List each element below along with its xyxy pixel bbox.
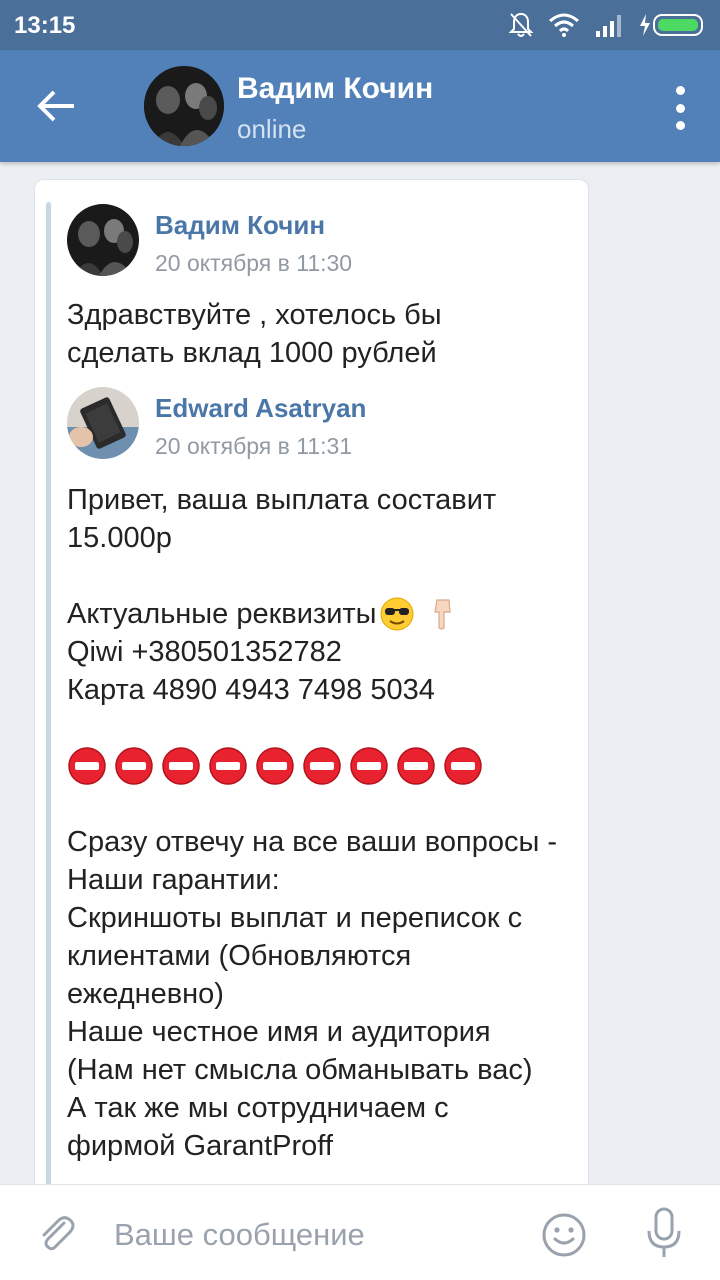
status-icons <box>508 10 708 40</box>
text-line: Сразу отвечу на все ваши вопросы - Наши … <box>67 826 558 896</box>
no-entry-emoji <box>68 747 106 785</box>
no-entry-emoji <box>115 747 153 785</box>
contact-name[interactable]: Вадим Кочин <box>237 72 433 106</box>
composer <box>0 1184 720 1280</box>
forwarded-indicator <box>46 202 51 1184</box>
text-line: Карта 4890 4943 7498 5034 <box>67 674 435 706</box>
no-entry-emoji <box>256 747 294 785</box>
status-bar: 13:15 <box>0 0 720 50</box>
chat-header: Вадим Кочин online <box>0 50 720 162</box>
author-name[interactable]: Вадим Кочин <box>155 210 325 241</box>
battery-charging-icon <box>640 14 703 36</box>
author-avatar[interactable] <box>67 204 139 276</box>
mute-bell-icon <box>508 12 534 37</box>
text-line: Актуальные реквизиты <box>67 598 377 630</box>
no-entry-emoji <box>162 747 200 785</box>
contact-avatar[interactable] <box>144 66 224 146</box>
message-bubble[interactable]: Вадим Кочин 20 октября в 11:30 Здравству… <box>34 179 589 1184</box>
no-entry-emoji <box>397 747 435 785</box>
message-date: 20 октября в 11:31 <box>155 433 353 459</box>
arrow-left-icon[interactable] <box>30 82 82 130</box>
no-entry-emoji <box>209 747 247 785</box>
smile-icon[interactable] <box>540 1211 588 1259</box>
paperclip-icon[interactable] <box>34 1211 80 1257</box>
signal-icon <box>596 15 621 37</box>
author-name[interactable]: Edward Asatryan <box>155 393 366 424</box>
status-time: 13:15 <box>14 12 76 39</box>
message-input[interactable] <box>114 1213 514 1257</box>
no-entry-emoji <box>303 747 341 785</box>
text-line: Скриншоты выплат и переписок с клиентами… <box>67 902 523 1010</box>
message-list: Вадим Кочин 20 октября в 11:30 Здравству… <box>0 162 720 1184</box>
message-date: 20 октября в 11:30 <box>155 250 353 276</box>
author-avatar[interactable] <box>67 387 139 459</box>
text-line[interactable]: Qiwi +380501352782 <box>67 633 567 671</box>
text-line: А так же мы сотрудничаем с фирмой Garant… <box>67 1092 449 1162</box>
no-entry-emoji <box>350 747 388 785</box>
wifi-icon <box>549 13 579 37</box>
contact-status: online <box>237 114 307 144</box>
message-text: Привет, ваша выплата составит 15.000р Ак… <box>67 481 567 1165</box>
pointing-down-emoji <box>433 599 451 630</box>
sunglasses-emoji <box>380 597 414 631</box>
stop-signs-row <box>67 747 567 785</box>
microphone-icon[interactable] <box>644 1207 684 1261</box>
more-vertical-icon[interactable] <box>670 86 690 130</box>
text-line: Привет, ваша выплата составит 15.000р <box>67 484 497 554</box>
text-line: Наше честное имя и аудитория (Нам нет см… <box>67 1016 533 1086</box>
no-entry-emoji <box>444 747 482 785</box>
message-text: Здравствуйте , хотелось бы сделать вклад… <box>67 299 450 369</box>
